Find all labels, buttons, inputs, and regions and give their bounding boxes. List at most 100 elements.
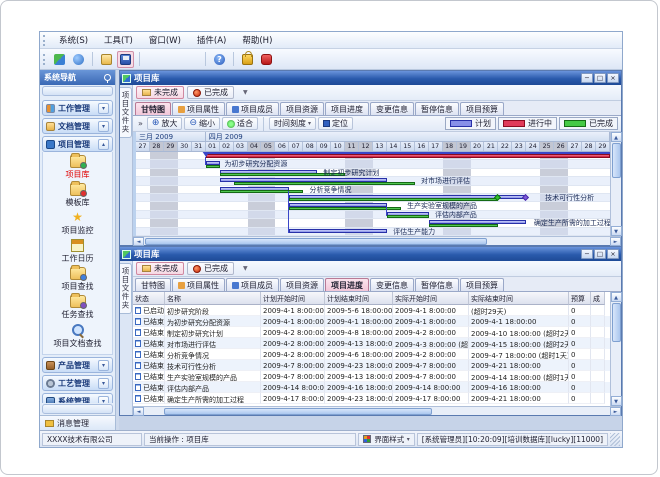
tab-变更信息[interactable]: 变更信息 [370,278,414,291]
gantt-window-titlebar[interactable]: 项目库 ─ □ × [120,71,621,85]
menu-item-2[interactable]: 窗口(W) [141,32,189,48]
sidebar-scroll-down-button[interactable] [42,404,113,414]
vertical-scroll-thumb[interactable] [612,303,621,342]
table-row[interactable]: 已结束为初步研究分配资源2009-4-1 8:00:002009-4-1 18:… [133,316,610,327]
column-header-实际开始时间[interactable]: 实际开始时间 [393,292,469,305]
tab-项目成员[interactable]: 项目成员 [226,102,279,115]
tab-项目预算[interactable]: 项目预算 [460,102,504,115]
close-icon[interactable]: × [607,73,619,83]
table-row[interactable]: 已结束对市场进行评估2009-4-2 8:00:002009-4-13 18:0… [133,338,610,349]
menu-grip[interactable] [43,35,48,46]
table-row[interactable]: 已结束技术可行性分析2009-4-7 8:00:002009-4-23 18:0… [133,360,610,371]
menu-item-0[interactable]: 系统(S) [51,32,96,48]
project-folder-side-tab[interactable]: 项目文件夹 [120,87,132,138]
table-horizontal-scrollbar[interactable]: ◄ ► [133,406,621,415]
table-row[interactable]: 已结束分析竞争情况2009-4-2 8:00:002009-4-6 18:00:… [133,349,610,360]
actual-bar[interactable] [220,190,304,193]
chevron-down-icon[interactable]: ▾ [98,396,109,404]
scroll-up-icon[interactable]: ▲ [611,292,622,302]
tab-变更信息[interactable]: 变更信息 [370,102,414,115]
horizontal-scroll-thumb[interactable] [164,408,432,415]
actual-bar[interactable] [429,224,499,227]
scroll-down-icon[interactable]: ▼ [611,396,622,406]
chevron-up-icon[interactable]: ▴ [98,139,109,150]
toolbar-overflow-chevron[interactable]: » [136,119,145,128]
actual-bar[interactable] [289,207,401,210]
gantt-vertical-scrollbar[interactable]: ▲ ▼ [610,132,621,236]
filter-已完成[interactable]: 已完成 [187,262,234,275]
stop-button[interactable] [258,51,275,68]
resize-grip[interactable] [610,433,620,446]
actual-bar[interactable] [234,182,415,185]
chevron-down-icon[interactable]: ▾ [98,360,109,371]
progress-window-titlebar[interactable]: 项目库 ─ □ × [120,247,621,261]
filter-已完成[interactable]: 已完成 [187,86,234,99]
actual-bar[interactable] [387,215,429,218]
minimize-icon[interactable]: ─ [581,249,593,259]
filter-未完成[interactable]: 未完成 [136,86,184,99]
sidebar-scroll-up-button[interactable] [42,86,113,96]
scroll-down-icon[interactable]: ▼ [611,226,622,236]
save-button[interactable] [117,51,134,68]
tab-项目成员[interactable]: 项目成员 [226,278,279,291]
chevron-down-icon[interactable]: ▾ [98,121,109,132]
sidebar-item-0[interactable]: 项目库 [44,154,112,181]
interface-style-button[interactable]: 界面样式 ▾ [358,433,414,446]
sidebar-group-3[interactable]: 产品管理▾ [42,357,113,373]
maximize-icon[interactable]: □ [594,249,606,259]
column-header-状态[interactable]: 状态 [133,292,165,305]
filter-more-icon[interactable]: ▼ [243,89,248,96]
globe-button[interactable] [70,51,87,68]
pin-icon[interactable] [104,74,111,81]
actual-bar[interactable] [206,165,220,168]
vertical-scroll-thumb[interactable] [612,143,621,178]
open-button[interactable] [98,51,115,68]
table-row[interactable]: 已启动初步研究阶段2009-4-1 8:00:002009-5-6 18:00:… [133,305,610,316]
tab-项目属性[interactable]: 项目属性 [172,278,225,291]
tab-项目进度[interactable]: 项目进度 [325,102,369,115]
project-folder-side-tab[interactable]: 项目文件夹 [120,263,132,314]
sidebar-tab-messages[interactable]: 消息管理 [40,415,115,430]
locate-button[interactable]: 定位 [318,117,353,130]
chevron-down-icon[interactable]: ▾ [98,103,109,114]
sidebar-item-6[interactable]: 项目文档查找 [44,322,112,350]
gantt-horizontal-scrollbar[interactable]: ◄ ► [133,236,621,245]
menu-item-1[interactable]: 工具(T) [96,32,141,48]
toolbar-grip[interactable] [43,54,48,65]
tab-暂停信息[interactable]: 暂停信息 [415,102,459,115]
tab-项目资源[interactable]: 项目资源 [280,102,324,115]
sidebar-header[interactable]: 系统导航 [40,70,115,85]
sidebar-group-4[interactable]: 工艺管理▾ [42,375,113,391]
scroll-up-icon[interactable]: ▲ [611,132,622,142]
help-button[interactable]: ? [211,51,228,68]
network-button[interactable] [51,51,68,68]
tab-项目资源[interactable]: 项目资源 [280,278,324,291]
table-row[interactable]: 已结束制定初步研究计划2009-4-2 8:00:002009-4-8 18:0… [133,327,610,338]
maximize-icon[interactable]: □ [594,73,606,83]
sidebar-item-5[interactable]: 任务查找 [44,294,112,321]
filter-未完成[interactable]: 未完成 [136,262,184,275]
filter-more-icon[interactable]: ▼ [243,265,248,272]
sidebar-item-3[interactable]: 工作日历 [44,238,112,265]
sidebar-group-5[interactable]: 系统管理▾ [42,393,113,403]
table-row[interactable]: 已结束确定生产所需的加工过程2009-4-17 8:00:002009-4-23… [133,393,610,404]
actual-bar[interactable] [289,198,498,201]
table-row[interactable]: 已结束评估内部产品2009-4-14 8:00:002009-4-16 18:0… [133,382,610,393]
doc-edit-button[interactable] [164,51,181,68]
close-icon[interactable]: × [607,249,619,259]
sidebar-item-4[interactable]: 项目查找 [44,266,112,293]
column-header-名称[interactable]: 名称 [165,292,261,305]
doc-remove-button[interactable] [183,51,200,68]
chevron-down-icon[interactable]: ▾ [98,378,109,389]
tab-甘特图[interactable]: 甘特图 [135,102,171,115]
lock-button[interactable] [239,51,256,68]
column-header-实际结束时间[interactable]: 实际结束时间 [469,292,569,305]
horizontal-scroll-thumb[interactable] [145,238,487,245]
time-scale-button[interactable]: 时间刻度▾ [269,117,316,130]
column-header-预算[interactable]: 预算 [569,292,591,305]
tab-项目进度[interactable]: 项目进度 [325,278,369,291]
doc-add-button[interactable] [145,51,162,68]
zoom-out-button[interactable]: ⊖缩小 [184,117,220,130]
plan-bar[interactable] [289,229,387,233]
sidebar-group-2[interactable]: 项目管理▴ [42,136,113,152]
